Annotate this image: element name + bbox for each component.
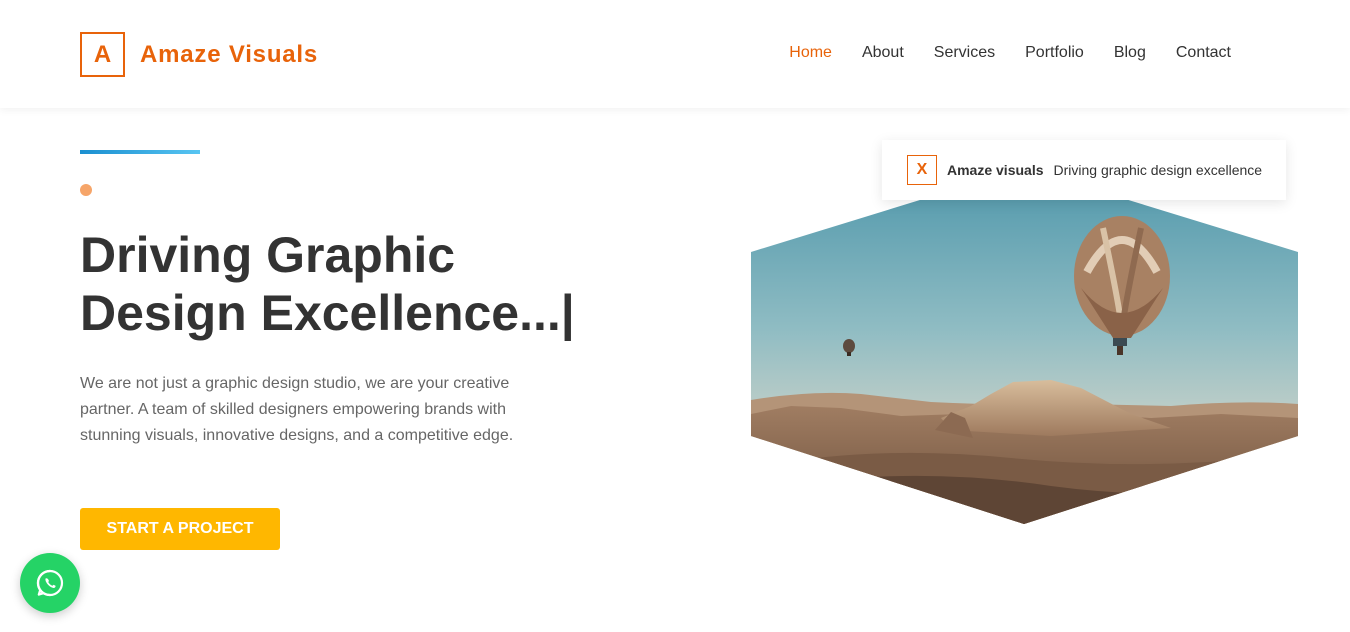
nav-blog[interactable]: Blog xyxy=(1114,44,1146,62)
nav-services[interactable]: Services xyxy=(934,44,995,62)
nav-home[interactable]: Home xyxy=(789,44,832,62)
image-caption-card: X Amaze visuals Driving graphic design e… xyxy=(882,140,1286,200)
accent-dot xyxy=(80,184,92,196)
headline-line-2: Design Excellence...| xyxy=(80,285,575,341)
nav-portfolio[interactable]: Portfolio xyxy=(1025,44,1084,62)
nav-contact[interactable]: Contact xyxy=(1176,44,1231,62)
nav-about[interactable]: About xyxy=(862,44,904,62)
accent-line xyxy=(80,150,200,154)
site-logo[interactable]: A Amaze Visuals xyxy=(80,32,318,77)
hero-description: We are not just a graphic design studio,… xyxy=(80,375,514,444)
hero-image xyxy=(751,168,1298,524)
caption-text: Driving graphic design excellence xyxy=(1053,162,1263,178)
start-project-button[interactable]: START A PROJECT xyxy=(80,508,280,550)
whatsapp-icon xyxy=(36,569,64,597)
logo-text: Amaze Visuals xyxy=(140,40,319,68)
whatsapp-chat-button[interactable] xyxy=(20,553,80,613)
caption-mark: X xyxy=(907,155,937,185)
main-nav: Home About Services Portfolio Blog Conta… xyxy=(759,44,1231,62)
site-header: A Amaze Visuals Home About Services Port… xyxy=(0,0,1350,108)
caption-brand: Amaze visuals xyxy=(947,162,1044,178)
hero-headline: Driving Graphic Design Excellence...| xyxy=(80,226,640,342)
logo-mark: A xyxy=(80,32,125,77)
headline-line-1: Driving Graphic xyxy=(80,227,456,283)
